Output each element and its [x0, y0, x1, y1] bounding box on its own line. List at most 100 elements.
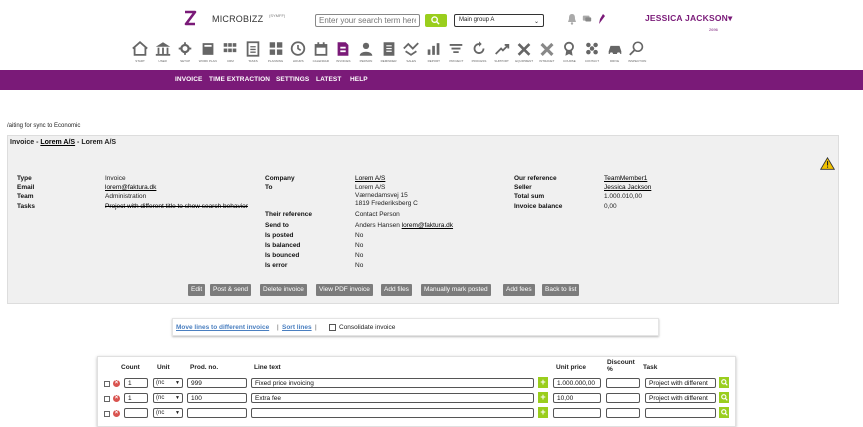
- module-hours[interactable]: HOURS: [288, 40, 308, 68]
- discount-input[interactable]: [606, 378, 640, 388]
- count-input[interactable]: 1: [124, 393, 148, 403]
- module-calendar[interactable]: CALENDAR: [311, 40, 331, 68]
- module-inspection[interactable]: INSPECTION: [627, 40, 647, 68]
- unit-price-input[interactable]: 10,00: [553, 393, 601, 403]
- discount-input[interactable]: [606, 393, 640, 403]
- module-reminder[interactable]: REMINDER: [379, 40, 399, 68]
- module-invoices[interactable]: INVOICES: [333, 40, 353, 68]
- module-label: PLANNING: [267, 59, 284, 63]
- add-product-icon[interactable]: +: [538, 392, 548, 403]
- menu-time-extraction[interactable]: TIME EXTRACTION: [209, 76, 270, 83]
- module-planning[interactable]: PLANNING: [266, 40, 286, 68]
- task-search-button[interactable]: [719, 377, 729, 388]
- search-icon: [721, 409, 728, 416]
- chevron-down-icon: ▼: [175, 410, 180, 416]
- module-intranet[interactable]: INTRANET: [537, 40, 557, 68]
- module-person[interactable]: PERSON: [356, 40, 376, 68]
- module-project[interactable]: PROJECT: [446, 40, 466, 68]
- module-work-plan[interactable]: WORK PLAN: [198, 40, 218, 68]
- count-input[interactable]: 1: [124, 378, 148, 388]
- menu-help[interactable]: HELP: [350, 76, 368, 83]
- menu-invoice[interactable]: INVOICE: [175, 76, 202, 83]
- chevron-down-icon: ▼: [175, 395, 180, 401]
- add-fees-button[interactable]: Add fees: [503, 284, 535, 296]
- unit-price-input[interactable]: [553, 408, 601, 418]
- microbizz-logo-icon[interactable]: [183, 10, 197, 26]
- module-support[interactable]: SUPPORT: [492, 40, 512, 68]
- task-link[interactable]: Project with different title to show sea…: [105, 203, 248, 210]
- count-input[interactable]: [124, 408, 148, 418]
- module-equipment[interactable]: EQUIPMENT: [514, 40, 534, 68]
- invoice-company-link[interactable]: Lorem A/S: [40, 139, 75, 146]
- module-drive[interactable]: DRIVE: [605, 40, 625, 68]
- add-product-icon[interactable]: +: [538, 407, 548, 418]
- search-button[interactable]: [425, 14, 447, 27]
- sort-lines-link[interactable]: Sort lines: [282, 324, 312, 331]
- unit-select[interactable]: (nc ▼: [153, 378, 183, 388]
- add-product-icon[interactable]: +: [538, 377, 548, 388]
- row-select-checkbox[interactable]: [104, 396, 110, 402]
- delete-row-icon[interactable]: ×: [113, 380, 120, 387]
- back-to-list-button[interactable]: Back to list: [542, 284, 580, 296]
- user-menu-chevron-icon: ▾: [727, 13, 733, 23]
- move-lines-link[interactable]: Move lines to different invoice: [176, 324, 269, 331]
- unit-price-input[interactable]: 1.000.000,00: [553, 378, 601, 388]
- line-text-input[interactable]: [251, 408, 534, 418]
- seller-link[interactable]: Jessica Jackson: [604, 184, 651, 191]
- is-posted-value: No: [355, 232, 364, 239]
- search-input[interactable]: [315, 14, 420, 27]
- user-menu[interactable]: JESSICA JACKSON▾: [645, 13, 732, 24]
- view-pdf-button[interactable]: View PDF invoice: [316, 284, 373, 296]
- send-to-email-link[interactable]: lorem@faktura.dk: [402, 222, 453, 229]
- delete-row-icon[interactable]: ×: [113, 410, 120, 417]
- module-contact[interactable]: CONTACT: [582, 40, 602, 68]
- search-icon: [721, 379, 728, 386]
- module-start[interactable]: START: [130, 40, 150, 68]
- module-report[interactable]: REPORT: [424, 40, 444, 68]
- task-input[interactable]: Project with different: [645, 393, 716, 403]
- prod-no-input[interactable]: [187, 408, 247, 418]
- task-input[interactable]: Project with different: [645, 378, 716, 388]
- project-icon: [450, 44, 463, 54]
- manually-mark-posted-button[interactable]: Manually mark posted: [421, 284, 491, 296]
- chat-icon[interactable]: [582, 13, 592, 25]
- edit-button[interactable]: Edit: [188, 284, 206, 296]
- add-files-button[interactable]: Add files: [381, 284, 412, 296]
- unit-select[interactable]: (nc ▼: [153, 408, 183, 418]
- task-input[interactable]: [645, 408, 716, 418]
- module-sales[interactable]: SALES: [401, 40, 421, 68]
- report-icon: [427, 43, 440, 55]
- line-text-input[interactable]: Fixed price invoicing: [251, 378, 534, 388]
- our-reference-link[interactable]: TeamMember1: [604, 175, 647, 182]
- invoice-balance-value: 0,00: [604, 203, 617, 210]
- module-crm[interactable]: CRM: [220, 40, 240, 68]
- pin-icon[interactable]: [597, 13, 606, 25]
- discount-input[interactable]: [606, 408, 640, 418]
- module-course[interactable]: COURSE: [559, 40, 579, 68]
- module-setup[interactable]: SETUP: [175, 40, 195, 68]
- delete-row-icon[interactable]: ×: [113, 395, 120, 402]
- module-user[interactable]: USER: [153, 40, 173, 68]
- prod-no-input[interactable]: 999: [187, 378, 247, 388]
- post-send-button[interactable]: Post & send: [210, 284, 252, 296]
- module-process[interactable]: PROCESS: [469, 40, 489, 68]
- module-label: HOURS: [292, 59, 304, 63]
- row-select-checkbox[interactable]: [104, 411, 110, 417]
- delete-invoice-button[interactable]: Delete invoice: [260, 284, 307, 296]
- group-select[interactable]: Main group A ⌄: [454, 14, 544, 27]
- send-to-name: Anders Hansen: [355, 222, 402, 229]
- module-tasks[interactable]: TASKS: [243, 40, 263, 68]
- row-select-checkbox[interactable]: [104, 381, 110, 387]
- task-search-button[interactable]: [719, 392, 729, 403]
- email-link[interactable]: lorem@faktura.dk: [105, 184, 156, 191]
- bell-icon[interactable]: [567, 13, 577, 25]
- line-text-input[interactable]: Extra fee: [251, 393, 534, 403]
- unit-select[interactable]: (nc ▼: [153, 393, 183, 403]
- menu-settings[interactable]: SETTINGS: [276, 76, 309, 83]
- task-search-button[interactable]: [719, 407, 729, 418]
- prod-no-input[interactable]: 100: [187, 393, 247, 403]
- company-label: Company: [265, 175, 295, 182]
- company-link[interactable]: Lorem A/S: [355, 175, 385, 182]
- consolidate-checkbox[interactable]: [329, 324, 336, 331]
- menu-latest[interactable]: LATEST: [316, 76, 341, 83]
